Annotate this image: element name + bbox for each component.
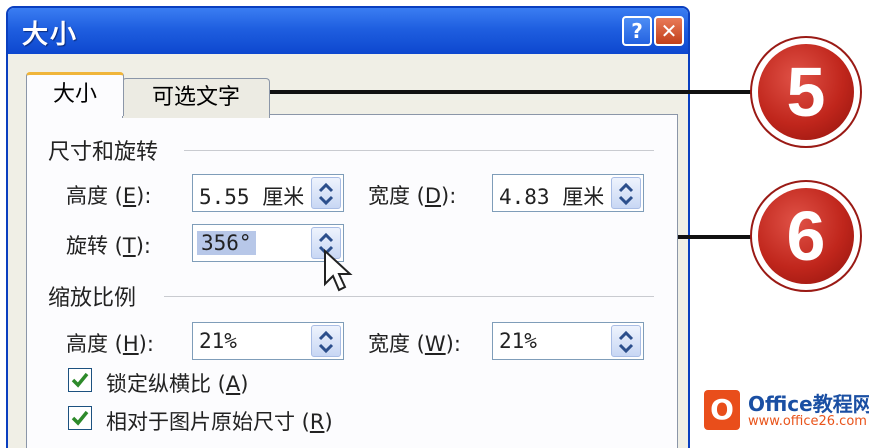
- spin-arrows-icon: [618, 330, 634, 354]
- mouse-cursor-icon: [324, 248, 353, 292]
- watermark: O Office教程网 www.office26.com: [696, 386, 869, 438]
- watermark-name: Office教程网: [748, 392, 869, 416]
- section-size-rotate-header: 尺寸和旋转: [48, 140, 159, 165]
- size-dialog: 大小 ? ✕ 大小 可选文字 尺寸和旋转 高度 (E): 5.55 厘米 宽度 …: [6, 6, 690, 448]
- spin-arrows-icon: [318, 182, 334, 206]
- spin-arrows-icon: [318, 330, 334, 354]
- rotate-label: 旋转 (T):: [66, 234, 151, 258]
- height-spin-buttons[interactable]: [311, 177, 341, 209]
- section-scale-header: 缩放比例: [48, 286, 137, 311]
- relative-size-label[interactable]: 相对于图片原始尺寸 (R): [106, 406, 333, 436]
- rotate-value[interactable]: 356°: [197, 231, 256, 255]
- scale-height-spinner[interactable]: 21%: [192, 322, 344, 360]
- tab-size[interactable]: 大小: [26, 72, 124, 116]
- watermark-url: www.office26.com: [748, 414, 867, 429]
- section-divider: [184, 150, 654, 151]
- callout-number-6: 6: [758, 188, 854, 284]
- width-label: 宽度 (D):: [368, 184, 457, 208]
- scale-height-value[interactable]: 21%: [199, 329, 305, 353]
- lock-aspect-checkbox[interactable]: [68, 368, 92, 392]
- relative-size-checkbox[interactable]: [68, 406, 92, 430]
- close-button[interactable]: ✕: [654, 16, 684, 46]
- checkmark-icon: [71, 372, 89, 388]
- help-button[interactable]: ?: [622, 16, 652, 46]
- spin-arrows-icon: [618, 182, 634, 206]
- title-bar: 大小 ? ✕: [8, 8, 688, 54]
- lock-aspect-label[interactable]: 锁定纵横比 (A): [106, 368, 248, 398]
- scale-width-spinner[interactable]: 21%: [492, 322, 644, 360]
- scale-height-label: 高度 (H):: [66, 332, 154, 356]
- section-divider: [164, 296, 654, 297]
- width-value[interactable]: 4.83 厘米: [499, 181, 605, 211]
- height-spinner[interactable]: 5.55 厘米: [192, 174, 344, 212]
- width-spinner[interactable]: 4.83 厘米: [492, 174, 644, 212]
- scale-height-spin-buttons[interactable]: [311, 325, 341, 357]
- scale-width-label: 宽度 (W):: [368, 332, 461, 356]
- tab-alt-text[interactable]: 可选文字: [122, 78, 270, 118]
- callout-badge-6: 6: [750, 180, 862, 292]
- checkmark-icon: [71, 410, 89, 426]
- height-label: 高度 (E):: [66, 184, 152, 208]
- scale-width-value[interactable]: 21%: [499, 329, 605, 353]
- dialog-title: 大小: [22, 20, 79, 50]
- width-spin-buttons[interactable]: [611, 177, 641, 209]
- callout-number-5: 5: [758, 44, 854, 140]
- office-logo-icon: O: [704, 390, 740, 430]
- scale-width-spin-buttons[interactable]: [611, 325, 641, 357]
- height-value[interactable]: 5.55 厘米: [199, 181, 305, 211]
- callout-badge-5: 5: [750, 36, 862, 148]
